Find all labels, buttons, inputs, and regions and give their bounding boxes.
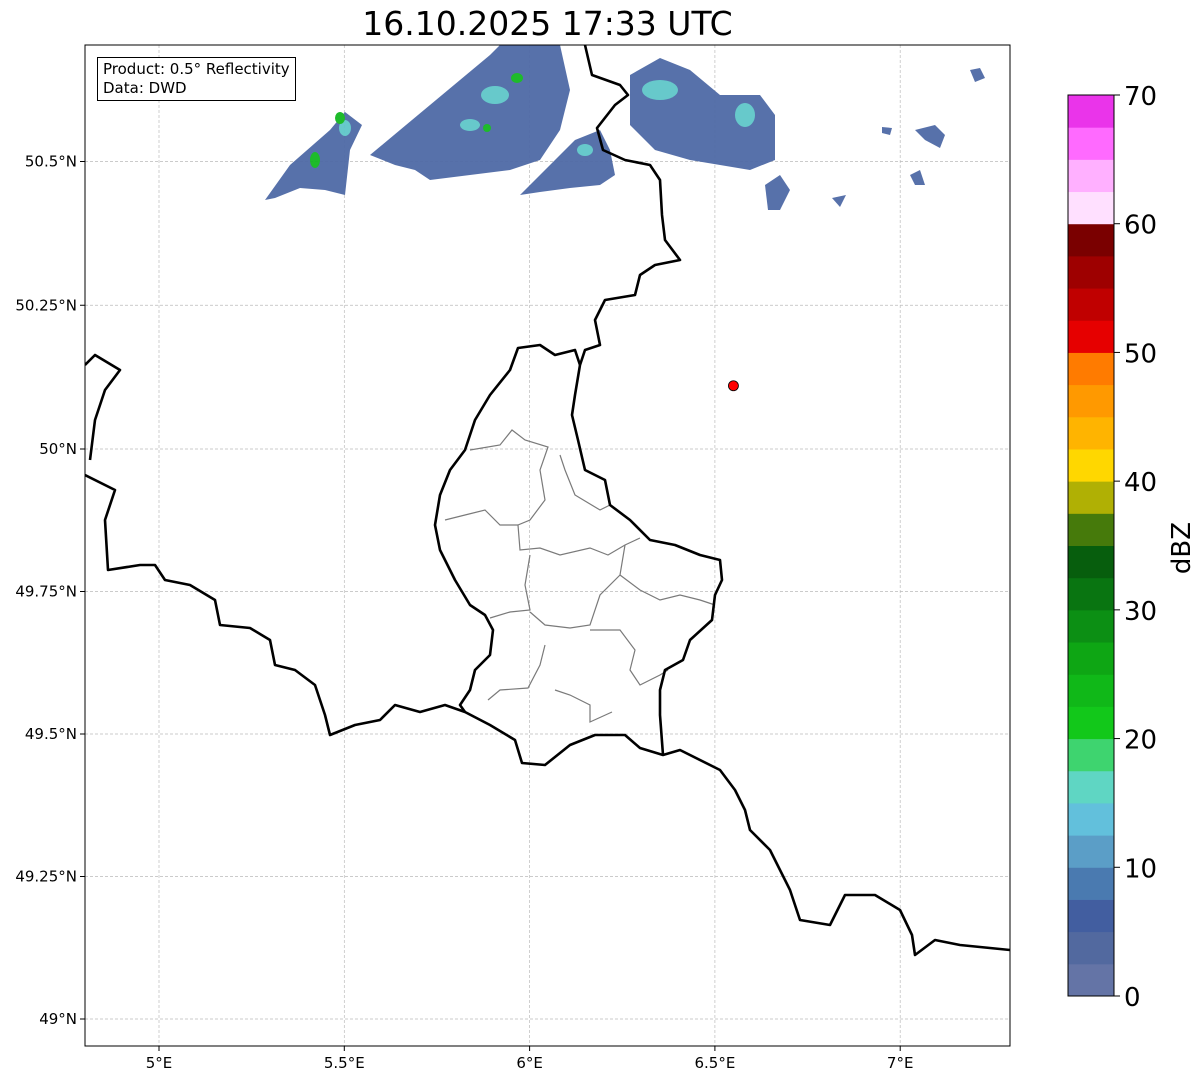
lon-tick-label: 5°E — [146, 1054, 173, 1072]
colorbar-band — [1068, 963, 1114, 997]
lat-tick-label: 49.75°N — [15, 583, 77, 601]
colorbar-band — [1068, 95, 1114, 128]
lat-tick-label: 49.5°N — [25, 725, 77, 743]
info-box: Product: 0.5° Reflectivity Data: DWD — [97, 57, 296, 101]
colorbar-band — [1068, 835, 1114, 868]
data-source-text: Data: DWD — [103, 79, 187, 97]
lat-tick-label: 50°N — [39, 440, 77, 458]
radar-echoes — [265, 45, 985, 210]
location-marker — [728, 380, 739, 392]
colorbar-tick-label: 50 — [1124, 339, 1157, 369]
radar-map: 5°E 5.5°E 6°E 6.5°E 7°E 50.5°N 50.25°N 50°N 49.7… — [15, 44, 1197, 1073]
lat-tick-label: 50.5°N — [25, 153, 77, 171]
colorbar-band — [1068, 899, 1114, 933]
colorbar-band — [1068, 738, 1114, 772]
colorbar-band — [1068, 706, 1114, 740]
colorbar-band — [1068, 416, 1114, 450]
colorbar-band — [1068, 931, 1114, 965]
colorbar-band — [1068, 609, 1114, 643]
lon-tick-label: 5.5°E — [324, 1054, 365, 1072]
colorbar-band — [1068, 127, 1114, 160]
colorbar-tick-label: 70 — [1124, 82, 1157, 112]
colorbar-band — [1068, 802, 1114, 836]
colorbar-band — [1068, 674, 1114, 707]
colorbar-tick-label: 30 — [1124, 597, 1157, 627]
colorbar-tick-label: 60 — [1124, 211, 1157, 241]
product-text: Product: 0.5° Reflectivity — [103, 60, 290, 78]
colorbar-band — [1068, 545, 1114, 579]
colorbar-band — [1068, 191, 1114, 225]
colorbar-band — [1068, 577, 1114, 611]
colorbar-label: dBZ — [1167, 522, 1197, 574]
colorbar-band — [1068, 513, 1114, 546]
colorbar-tick-label: 10 — [1124, 854, 1157, 884]
axis-ticks: 5°E 5.5°E 6°E 6.5°E 7°E 50.5°N 50.25°N 50°N 49.7… — [15, 153, 913, 1073]
colorbar-band — [1068, 867, 1114, 900]
colorbar-tick-label: 40 — [1124, 468, 1157, 498]
colorbar-band — [1068, 384, 1114, 418]
colorbar-band — [1068, 448, 1114, 482]
colorbar-band — [1068, 255, 1114, 289]
colorbar-band — [1068, 223, 1114, 257]
colorbar-tick-label: 0 — [1124, 983, 1141, 1013]
lat-tick-label: 50.25°N — [15, 296, 77, 314]
colorbar-tick-label: 20 — [1124, 726, 1157, 756]
colorbar: 0 10 20 30 40 50 60 70 — [1067, 82, 1157, 1013]
lat-tick-label: 49°N — [39, 1010, 77, 1028]
colorbar-band — [1068, 481, 1114, 514]
colorbar-band — [1068, 352, 1114, 386]
lat-tick-label: 49.25°N — [15, 868, 77, 886]
colorbar-band — [1068, 770, 1114, 804]
colorbar-band — [1068, 288, 1114, 321]
colorbar-band — [1068, 642, 1114, 675]
colorbar-band — [1068, 159, 1114, 193]
colorbar-band — [1068, 320, 1114, 353]
district-borders — [444, 429, 716, 723]
lon-tick-label: 7°E — [887, 1054, 914, 1072]
lon-tick-label: 6.5°E — [694, 1054, 735, 1072]
lon-tick-label: 6°E — [516, 1054, 543, 1072]
